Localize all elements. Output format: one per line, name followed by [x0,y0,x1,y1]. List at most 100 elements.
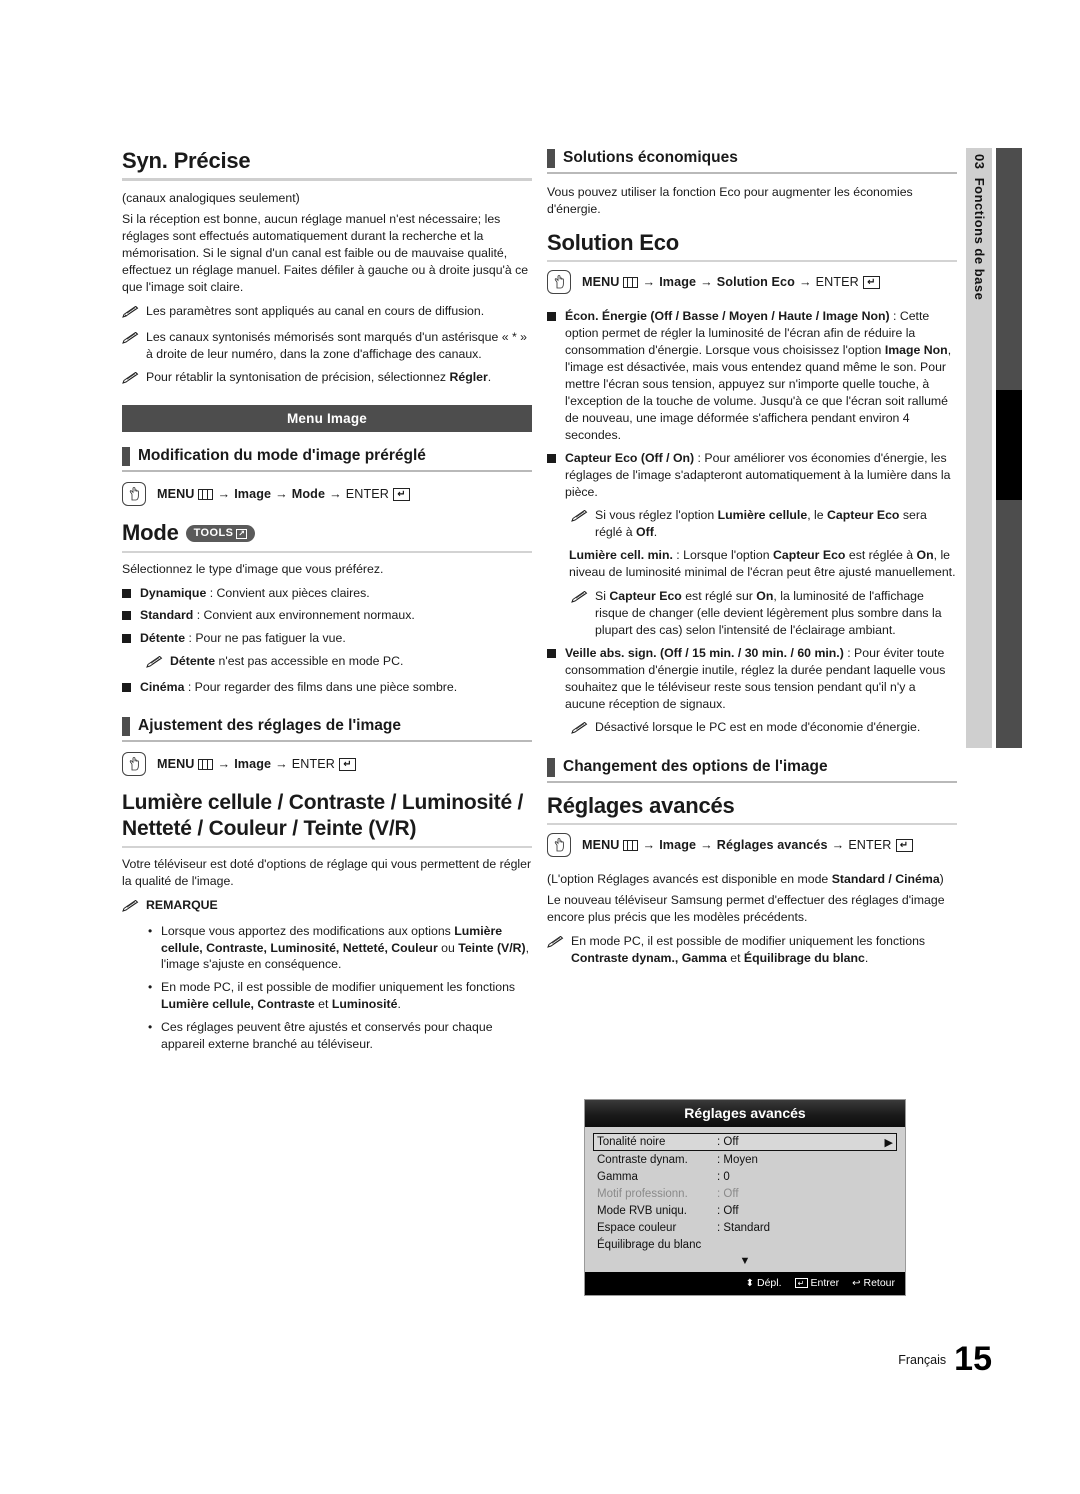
remark-heading: REMARQUE [122,897,532,917]
remark-bold1: Lumière cellule, Contraste [161,997,315,1012]
option-name: Écon. Énergie (Off / Basse / Moyen / Hau… [565,309,890,324]
bullet-dot-icon: • [148,980,153,995]
right-column: Solutions économiques Vous pouvez utilis… [547,148,957,973]
osd-row-value: : Standard [717,1221,771,1234]
osd-enter-label: Entrer [810,1277,840,1289]
menu-label: MENU [157,487,195,502]
osd-row[interactable]: Espace couleur : Standard [593,1219,897,1236]
osd-footer-controls: ⬍ Dépl. ↵ Entrer ↩ Retour [585,1272,905,1295]
remark-bold2: Luminosité [331,997,398,1012]
note-text-bold: Détente [170,654,216,669]
note-post: . [864,950,869,965]
enter-key-icon: ↵ [392,487,410,501]
menu-path-solution-eco: MENU → Image → Solution Eco → ENTER ↵ [547,270,957,295]
remark-item: • Lorsque vous apportez des modification… [122,923,532,974]
osd-title: Réglages avancés [585,1100,905,1127]
section-marker [122,447,130,467]
osd-row-value: : Moyen [717,1153,758,1166]
square-bullet-icon [122,611,131,621]
osd-row[interactable]: Gamma : 0 [593,1168,897,1185]
subsection-rule [122,550,532,553]
note-text: Détente n'est pas accessible en mode PC. [170,653,532,673]
arrow-icon: → [700,838,713,853]
option-name: Veille abs. sign. (Off / 15 min. / 30 mi… [565,645,844,660]
lumiere-min-text-1: : Lorsque l'option [672,547,773,562]
note-bold-2: On [756,588,774,603]
osd-row[interactable]: Mode RVB uniqu. : Off [593,1202,897,1219]
menu-grid-icon [198,488,214,500]
menu-section-banner: Menu Image [122,405,532,433]
press-button-icon [547,833,571,858]
mode-intro-text: Sélectionnez le type d'image que vous pr… [122,561,384,576]
menu-label: MENU [157,757,195,772]
option-name: Détente [140,631,186,646]
tools-badge: TOOLS ↗ [185,525,256,543]
osd-enter-control[interactable]: ↵ Entrer [794,1277,840,1289]
osd-row[interactable]: Tonalité noire : Off ▶ [593,1133,897,1151]
press-button-icon [547,270,571,295]
option-text: Écon. Énergie (Off / Basse / Moyen / Hau… [565,308,957,444]
menu-path-mode: MENU → Image → Mode → ENTER ↵ [122,482,532,507]
arrow-icon: → [275,757,288,772]
bullet-dot-icon: • [148,923,153,938]
tools-label: TOOLS [193,527,234,540]
option-item: Dynamique : Convient aux pièces claires. [122,585,532,602]
osd-return-control[interactable]: ↩ Retour [852,1277,895,1289]
note-text: Les canaux syntonisés mémorisés sont mar… [146,330,528,362]
pencil-icon [122,305,139,323]
section-heading-text: Ajustement des réglages de l'image [138,717,401,735]
option-text: Dynamique : Convient aux pièces claires. [140,585,532,602]
subsection-title-picture-settings: Lumière cellule / Contraste / Luminosité… [122,791,524,840]
enter-label: ENTER [848,838,892,853]
avail-bold: Standard / Cinéma [831,872,940,887]
tools-arrow-icon: ↗ [236,528,248,539]
osd-move-control[interactable]: ⬍ Dépl. [746,1277,782,1289]
option-text: Cinéma : Pour regarder des films dans un… [140,679,532,696]
note-text-post: . [487,370,492,385]
enter-label: ENTER [345,487,389,502]
lumiere-min-text-2: est réglée à [845,547,917,562]
remark-mid: et [314,997,332,1012]
option-item-econ-energie: Écon. Énergie (Off / Basse / Moyen / Hau… [547,308,957,444]
menu-path-advanced: MENU → Image → Réglages avancés → ENTER … [547,833,957,858]
lumiere-min-name: Lumière cell. min. [569,547,673,562]
note-item: Désactivé lorsque le PC est en mode d'éc… [571,719,957,739]
left-column: Syn. Précise (canaux analogiques seuleme… [122,148,532,1059]
section-heading-options: Changement des options de l'image [547,757,957,777]
option-item-capteur-eco: Capteur Eco (Off / On) : Pour améliorer … [547,450,957,501]
osd-row[interactable]: Contraste dynam. : Moyen [593,1151,897,1168]
adjust-body-text: Votre téléviseur est doté d'options de r… [122,856,532,888]
option-text: Veille abs. sign. (Off / 15 min. / 30 mi… [565,645,957,713]
lumiere-cell-min-text: Lumière cell. min. : Lorsque l'option Ca… [569,547,957,581]
arrow-icon: → [642,838,656,853]
avail-post: ) [939,872,944,887]
advanced-body-text: Le nouveau téléviseur Samsung permet d'e… [547,893,945,924]
remark-post: . [397,997,401,1012]
enter-label: ENTER [815,275,859,290]
square-bullet-icon [122,683,131,693]
note-bold-1: Lumière cellule [717,507,808,522]
note-text-pre: Pour rétablir la syntonisation de précis… [146,370,450,385]
menu-step-solution-eco: Solution Eco [716,275,795,290]
note-bold-1: Capteur Eco [609,588,682,603]
section-underline [547,780,957,783]
arrow-icon: → [217,757,231,772]
option-text: Standard : Convient aux environnement no… [140,607,532,624]
scroll-down-icon[interactable]: ▼ [593,1253,897,1268]
menu-path-text: MENU → Image → Mode → ENTER ↵ [157,487,410,501]
osd-row-value: : Off [717,1204,739,1217]
press-button-icon [122,752,146,777]
osd-return-label: Retour [863,1277,895,1289]
pencil-icon [122,371,139,389]
osd-row[interactable]: Équilibrage du blanc [593,1236,897,1253]
section-heading-adjust: Ajustement des réglages de l'image [122,716,532,737]
page-number: 15 [954,1340,992,1378]
section-marker [547,149,555,168]
osd-row-value: : 0 [717,1170,730,1183]
osd-row-label: Contraste dynam. [597,1153,688,1166]
footer-language: Français [898,1353,947,1367]
osd-menu-screenshot: Réglages avancés Tonalité noire : Off ▶ … [584,1099,906,1296]
osd-row-label: Tonalité noire [597,1136,666,1148]
note-mid: est réglé sur [681,588,757,603]
remark-pre: Lorsque vous apportez des modifications … [161,923,455,938]
